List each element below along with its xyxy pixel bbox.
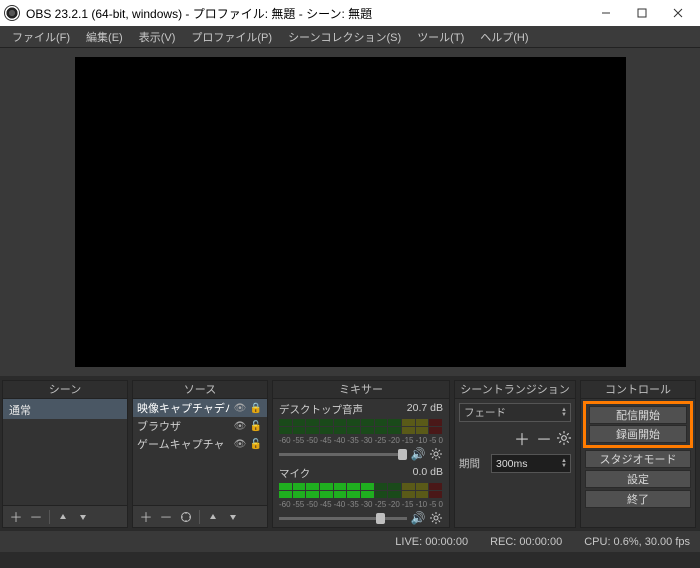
highlighted-controls: 配信開始 録画開始 [583, 401, 693, 448]
source-down-button[interactable] [224, 509, 242, 525]
updown-icon: ▲▼ [561, 459, 567, 469]
transition-select[interactable]: フェード ▲▼ [459, 403, 571, 422]
menu-help[interactable]: ヘルプ(H) [472, 26, 536, 48]
start-streaming-button[interactable]: 配信開始 [589, 406, 687, 424]
scene-add-button[interactable]: ＋ [7, 509, 25, 525]
duration-input[interactable]: 300ms ▲▼ [491, 454, 571, 473]
menu-file[interactable]: ファイル(F) [4, 26, 78, 48]
mixer-channel: デスクトップ音声 20.7 dB -60-55-50-45-40-35-30-2… [273, 399, 449, 463]
volume-slider[interactable] [279, 453, 407, 456]
mixer-channel-name: マイク [279, 466, 310, 481]
menu-profile[interactable]: プロファイル(P) [183, 26, 280, 48]
transition-remove-button[interactable]: － [535, 426, 553, 450]
status-live: LIVE: 00:00:00 [395, 536, 468, 548]
separator [49, 510, 50, 524]
separator [199, 510, 200, 524]
exit-button[interactable]: 終了 [585, 490, 691, 508]
transitions-dock: シーントランジション フェード ▲▼ ＋ － 期間 300ms ▲▼ [454, 380, 576, 528]
scenes-title: シーン [3, 381, 127, 399]
slider-thumb[interactable] [398, 449, 407, 460]
lock-icon[interactable]: 🔒 [249, 403, 263, 414]
controls-title: コントロール [581, 381, 695, 399]
sources-title: ソース [133, 381, 267, 399]
menu-bar: ファイル(F) 編集(E) 表示(V) プロファイル(P) シーンコレクション(… [0, 26, 700, 48]
gear-icon[interactable] [557, 431, 571, 445]
eye-icon[interactable]: 👁 [233, 439, 247, 450]
source-up-button[interactable] [204, 509, 222, 525]
volume-slider[interactable] [279, 517, 407, 520]
status-cpu: CPU: 0.6%, 30.00 fps [584, 536, 690, 548]
studio-mode-button[interactable]: スタジオモード [585, 450, 691, 468]
source-label: 映像キャプチャデバイス [137, 400, 231, 416]
transitions-title: シーントランジション [455, 381, 575, 399]
eye-icon[interactable]: 👁 [233, 403, 247, 414]
scene-remove-button[interactable]: － [27, 509, 45, 525]
mixer-channel: マイク 0.0 dB -60-55-50-45-40-35-30-25-20-1… [273, 463, 449, 527]
source-label: ゲームキャプチャ [137, 436, 231, 452]
duration-label: 期間 [459, 456, 489, 471]
menu-scene-collection[interactable]: シーンコレクション(S) [280, 26, 409, 48]
menu-edit[interactable]: 編集(E) [78, 26, 131, 48]
scenes-footer: ＋ － [3, 505, 127, 527]
preview-area [0, 48, 700, 376]
gear-icon[interactable] [429, 511, 443, 525]
settings-button[interactable]: 設定 [585, 470, 691, 488]
gear-icon[interactable] [429, 447, 443, 461]
lock-open-icon[interactable]: 🔓 [249, 421, 263, 432]
mixer-channel-db: 20.7 dB [407, 402, 443, 417]
maximize-button[interactable] [624, 0, 660, 26]
menu-tools[interactable]: ツール(T) [409, 26, 472, 48]
source-properties-button[interactable] [177, 509, 195, 525]
speaker-icon[interactable]: 🔊 [411, 447, 425, 461]
lock-open-icon[interactable]: 🔓 [249, 439, 263, 450]
scene-down-button[interactable] [74, 509, 92, 525]
transition-add-button[interactable]: ＋ [513, 426, 531, 450]
status-bar: LIVE: 00:00:00 REC: 00:00:00 CPU: 0.6%, … [0, 530, 700, 552]
duration-value: 300ms [496, 458, 528, 470]
sources-dock: ソース 映像キャプチャデバイス 👁 🔒 ブラウザ 👁 🔓 ゲームキャプチャ 👁 … [132, 380, 268, 528]
mixer-meter [279, 483, 443, 498]
slider-thumb[interactable] [376, 513, 385, 524]
mixer-ticks: -60-55-50-45-40-35-30-25-20-15-10-50 [279, 500, 443, 509]
speaker-icon[interactable]: 🔊 [411, 511, 425, 525]
eye-icon[interactable]: 👁 [233, 421, 247, 432]
mixer-title: ミキサー [273, 381, 449, 399]
updown-icon: ▲▼ [561, 408, 567, 418]
scene-item[interactable]: 通常 [3, 399, 127, 419]
app-icon [4, 5, 20, 21]
source-item[interactable]: 映像キャプチャデバイス 👁 🔒 [133, 399, 267, 417]
status-rec: REC: 00:00:00 [490, 536, 562, 548]
minimize-button[interactable] [588, 0, 624, 26]
sources-footer: ＋ － [133, 505, 267, 527]
source-item[interactable]: ブラウザ 👁 🔓 [133, 417, 267, 435]
scenes-dock: シーン 通常 ＋ － [2, 380, 128, 528]
window-title: OBS 23.2.1 (64-bit, windows) - プロファイル: 無… [26, 5, 588, 22]
docks-row: シーン 通常 ＋ － ソース 映像キャプチャデバイス 👁 🔒 ブラウザ 👁 🔓 [0, 376, 700, 530]
window-titlebar: OBS 23.2.1 (64-bit, windows) - プロファイル: 無… [0, 0, 700, 26]
transition-selected: フェード [464, 405, 506, 420]
scene-up-button[interactable] [54, 509, 72, 525]
controls-dock: コントロール 配信開始 録画開始 スタジオモード 設定 終了 [580, 380, 696, 528]
mixer-dock: ミキサー デスクトップ音声 20.7 dB -60-55-50-45-40-35… [272, 380, 450, 528]
mixer-ticks: -60-55-50-45-40-35-30-25-20-15-10-50 [279, 436, 443, 445]
mixer-channel-db: 0.0 dB [413, 466, 443, 481]
source-item[interactable]: ゲームキャプチャ 👁 🔓 [133, 435, 267, 453]
menu-view[interactable]: 表示(V) [131, 26, 184, 48]
source-label: ブラウザ [137, 418, 231, 434]
preview-canvas[interactable] [75, 57, 626, 367]
mixer-meter [279, 419, 443, 434]
mixer-channel-name: デスクトップ音声 [279, 402, 363, 417]
close-button[interactable] [660, 0, 696, 26]
start-recording-button[interactable]: 録画開始 [589, 425, 687, 443]
source-add-button[interactable]: ＋ [137, 509, 155, 525]
source-remove-button[interactable]: － [157, 509, 175, 525]
